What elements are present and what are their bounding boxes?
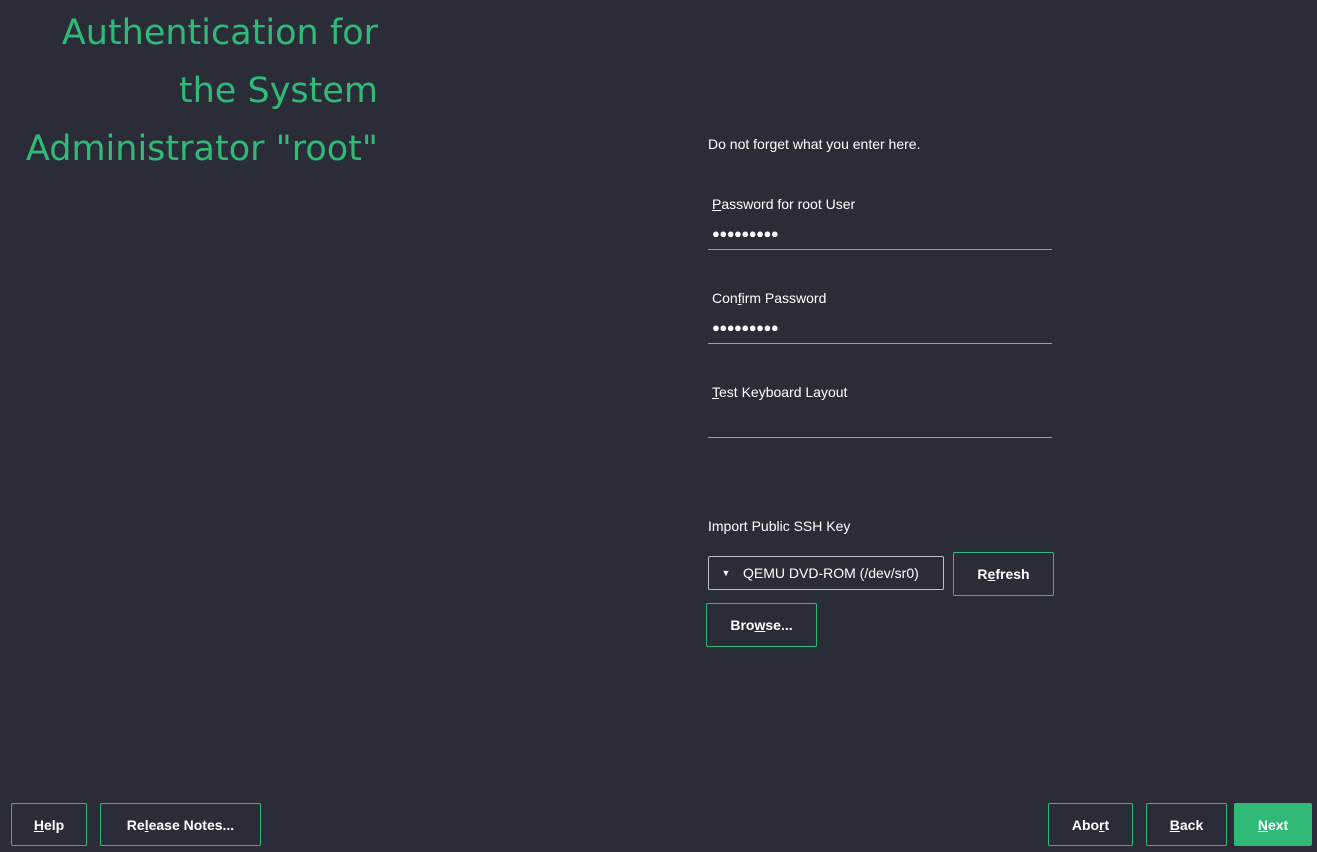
help-label-mnemonic: H — [33, 816, 44, 833]
refresh-label-part-1: R — [977, 566, 988, 582]
keyboard-test-input[interactable] — [708, 408, 1052, 438]
keyboard-label-rest: est Keyboard Layout — [719, 384, 848, 400]
next-button[interactable]: Next — [1234, 803, 1312, 846]
browse-label-part-2: se... — [765, 617, 793, 633]
confirm-label-part-1: Con — [712, 290, 738, 306]
ssh-key-label: Import Public SSH Key — [708, 518, 851, 534]
next-label-rest: ext — [1267, 816, 1289, 833]
ssh-device-selected: QEMU DVD-ROM (/dev/sr0) — [743, 565, 919, 581]
intro-text: Do not forget what you enter here. — [708, 136, 921, 152]
page-title-line-2: the System — [178, 71, 378, 111]
keyboard-test-label: Test Keyboard Layout — [712, 384, 847, 400]
refresh-label-part-2: fresh — [995, 566, 1030, 582]
back-label-rest: ack — [1179, 816, 1204, 833]
confirm-password-input[interactable]: ●●●●●●●●● — [708, 314, 1052, 344]
abort-button[interactable]: Abo r t — [1048, 803, 1133, 846]
refresh-label-mnemonic: e — [987, 566, 996, 582]
release-notes-label-part-2: ease Notes... — [148, 816, 235, 833]
abort-label-part-2: t — [1104, 816, 1110, 833]
browse-button[interactable]: Bro w se... — [706, 603, 817, 647]
password-label: Password for root User — [712, 196, 855, 212]
confirm-password-label: Confirm Password — [712, 290, 826, 306]
help-label-rest: elp — [43, 816, 65, 833]
page-title: Authentication for the System Administra… — [0, 4, 378, 178]
release-notes-button[interactable]: Re l ease Notes... — [100, 803, 261, 846]
back-label-mnemonic: B — [1169, 816, 1180, 833]
abort-label-part-1: Abo — [1071, 816, 1100, 833]
password-label-mnemonic: P — [712, 196, 722, 212]
page-title-line-3: Administrator "root" — [25, 129, 378, 169]
ssh-device-select[interactable]: ▼ QEMU DVD-ROM (/dev/sr0) — [708, 556, 944, 590]
refresh-button[interactable]: Re fresh — [953, 552, 1054, 596]
keyboard-label-mnemonic: T — [712, 384, 719, 400]
help-button[interactable]: Help — [11, 803, 87, 846]
confirm-label-part-2: irm Password — [741, 290, 827, 306]
back-button[interactable]: Back — [1146, 803, 1227, 846]
password-input[interactable]: ●●●●●●●●● — [708, 220, 1052, 250]
next-label-mnemonic: N — [1257, 816, 1268, 833]
release-notes-label-part-1: Re — [126, 816, 145, 833]
caret-down-icon: ▼ — [721, 568, 731, 578]
password-label-rest: assword for root User — [721, 196, 856, 212]
browse-label-mnemonic: w — [754, 617, 766, 633]
browse-label-part-1: Bro — [730, 617, 755, 633]
page-title-line-1: Authentication for — [61, 13, 378, 53]
